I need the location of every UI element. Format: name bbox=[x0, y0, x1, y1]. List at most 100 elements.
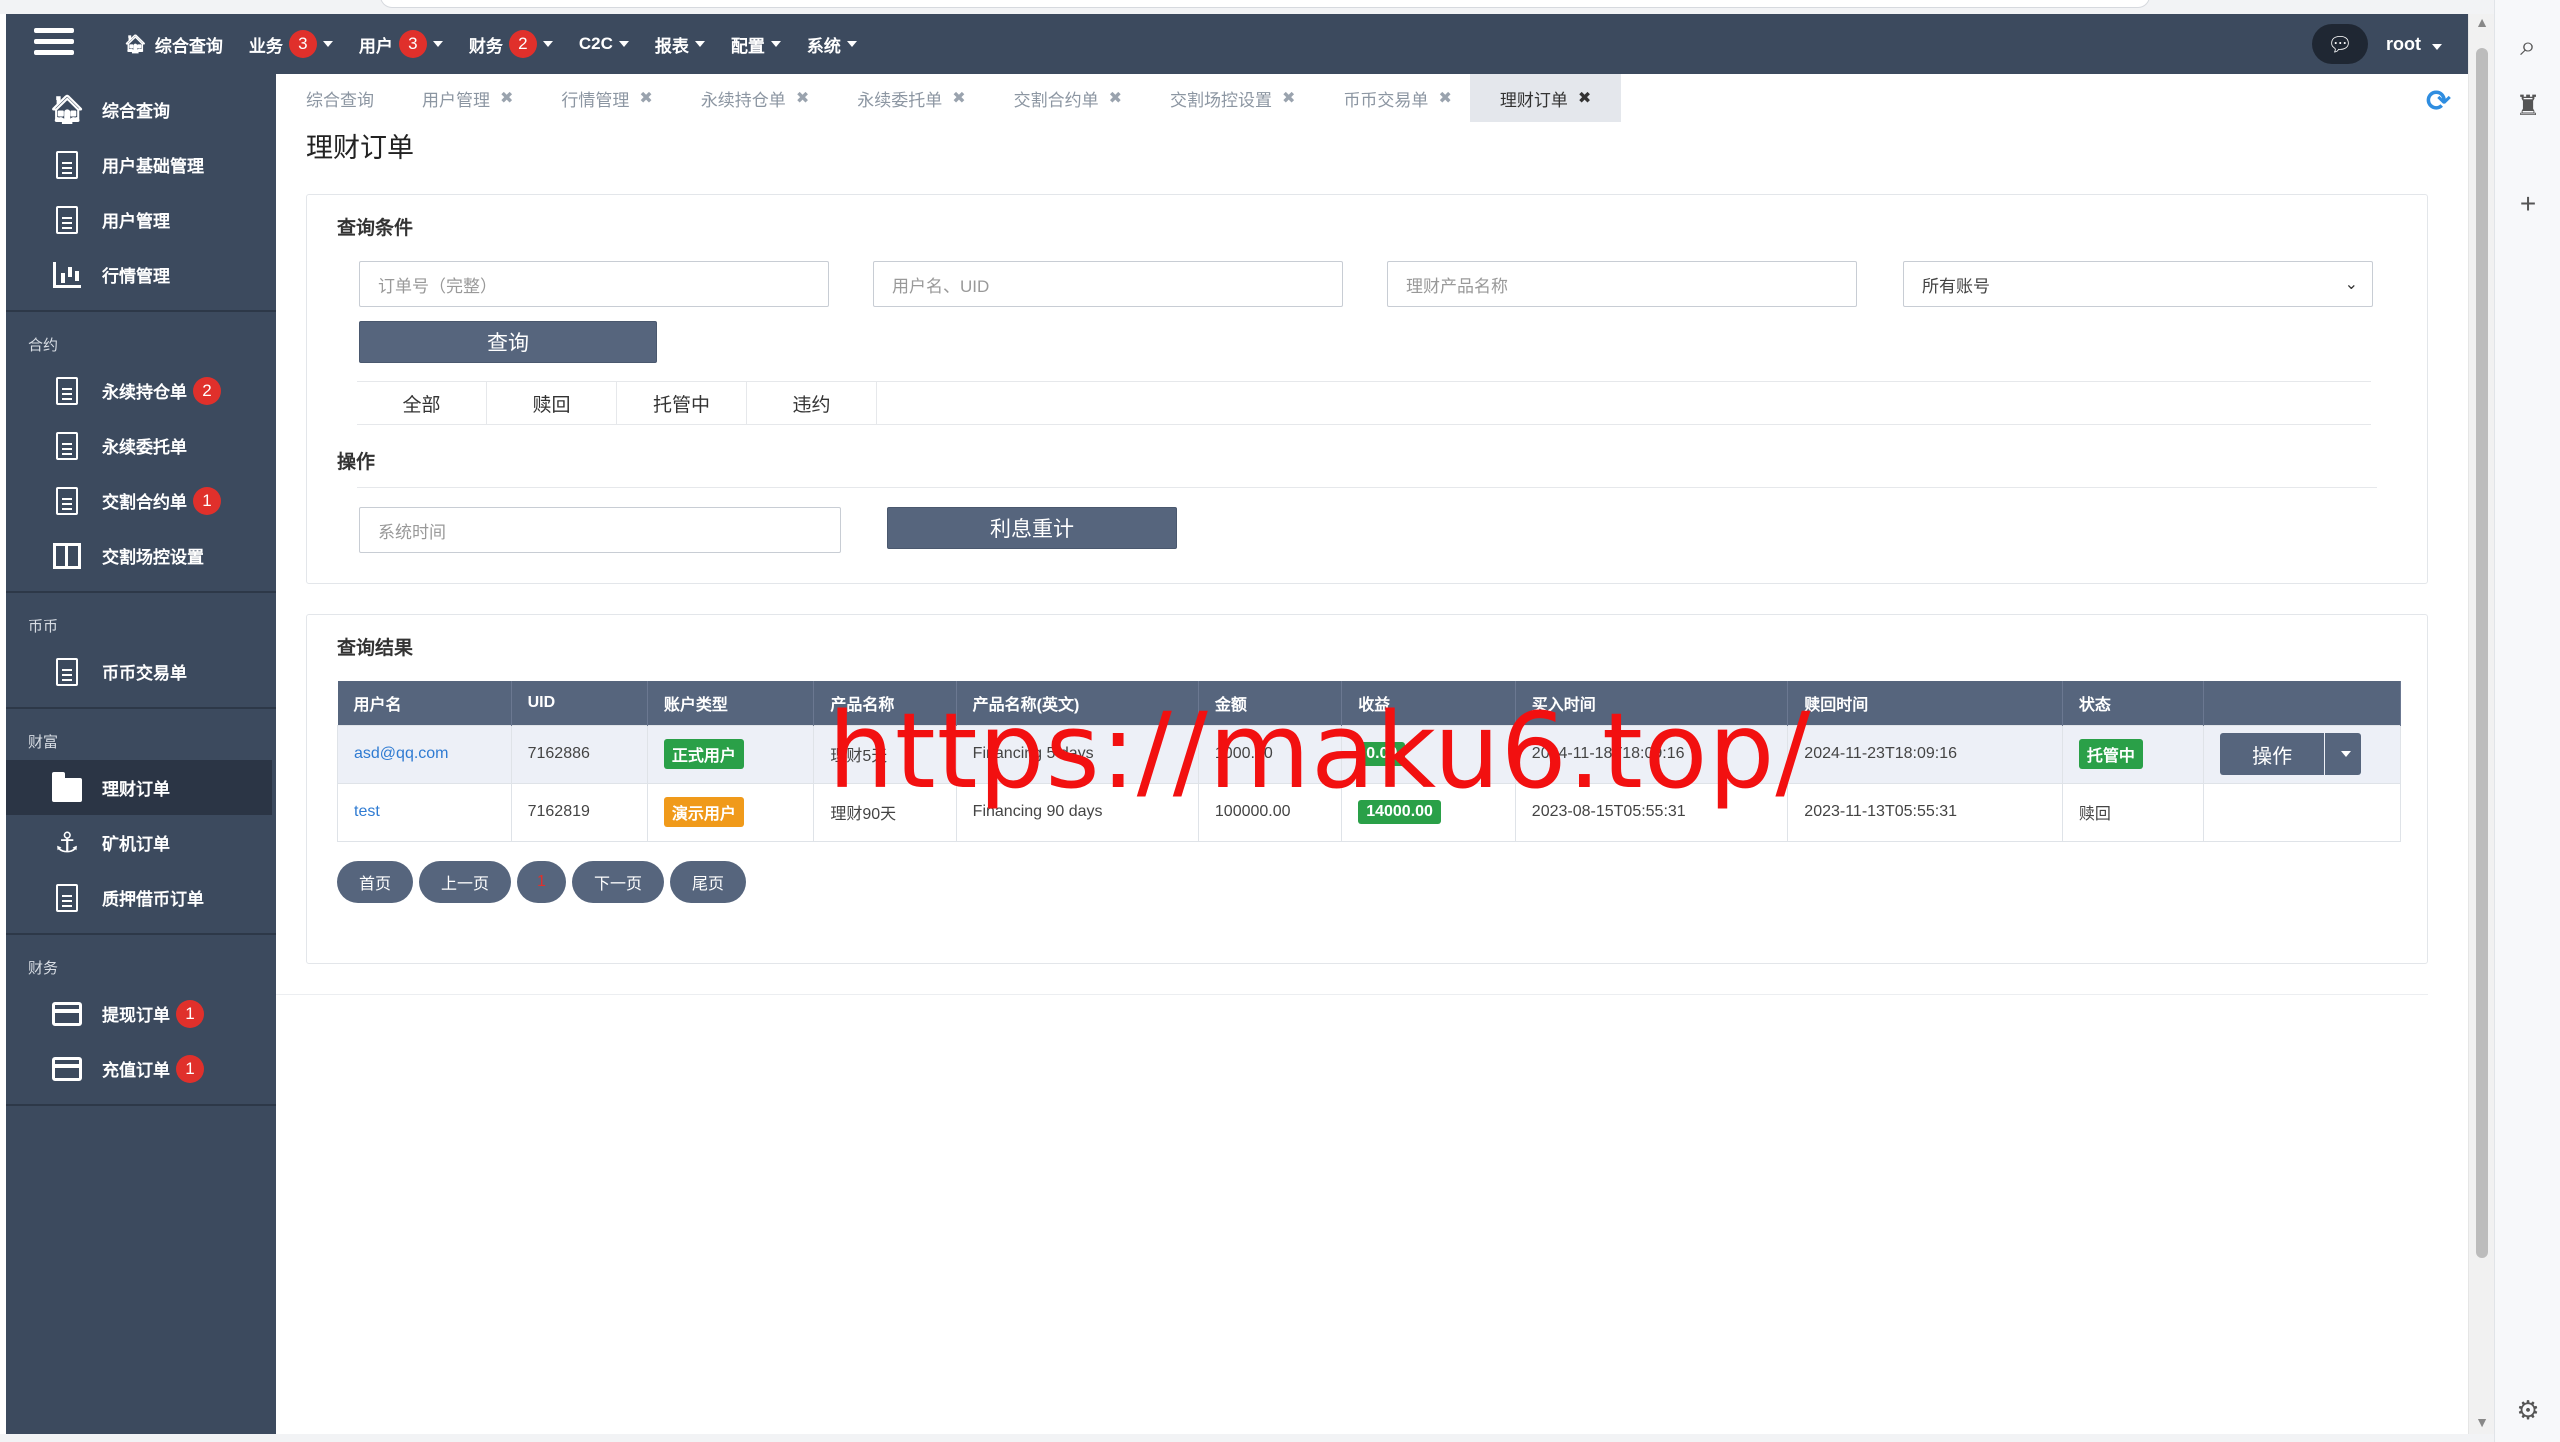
actions-dropdown-toggle[interactable] bbox=[2325, 733, 2362, 775]
tab-delivery-contracts[interactable]: 交割合约单 ✖ bbox=[984, 74, 1140, 122]
page-scrollbar[interactable]: ▲ ▼ bbox=[2468, 14, 2494, 1434]
sidebar-item-users[interactable]: 用户管理 bbox=[6, 192, 276, 247]
tab-perpetual-positions[interactable]: 永续持仓单 ✖ bbox=[671, 74, 827, 122]
tab-delivery-control[interactable]: 交割场控设置 ✖ bbox=[1140, 74, 1313, 122]
system-time-input[interactable]: 系统时间 bbox=[359, 507, 841, 553]
sidebar-item-wealth-orders[interactable]: 理财订单 bbox=[6, 760, 272, 815]
username-link[interactable]: test bbox=[354, 803, 380, 820]
filter-tab-custody[interactable]: 托管中 bbox=[617, 382, 747, 424]
user-menu[interactable]: root bbox=[2386, 34, 2443, 55]
sidebar-item-delivery-contracts[interactable]: 交割合约单 1 bbox=[6, 473, 276, 528]
nav-config[interactable]: 配置 bbox=[731, 32, 781, 57]
sidebar-item-market[interactable]: 行情管理 bbox=[6, 247, 276, 302]
pager-first-button[interactable]: 首页 bbox=[337, 861, 414, 903]
username-link[interactable]: asd@qq.com bbox=[354, 745, 449, 762]
sidebar-item-perpetual-positions[interactable]: 永续持仓单 2 bbox=[6, 363, 276, 418]
browser-address-bar[interactable] bbox=[380, 0, 2150, 8]
col-redeem-time[interactable]: 赎回时间 bbox=[1787, 681, 2063, 725]
pager-prev-button[interactable]: 上一页 bbox=[419, 861, 512, 903]
count-badge: 1 bbox=[176, 999, 204, 1028]
close-icon[interactable]: ✖ bbox=[952, 88, 965, 108]
order-number-input[interactable]: 订单号（完整） bbox=[359, 261, 829, 307]
nav-label: C2C bbox=[578, 34, 613, 53]
sidebar-group-title: 财务 bbox=[28, 960, 59, 977]
filter-tab-all[interactable]: 全部 bbox=[357, 382, 487, 424]
query-button[interactable]: 查询 bbox=[359, 321, 657, 363]
close-icon[interactable]: ✖ bbox=[639, 88, 652, 108]
username-uid-input[interactable]: 用户名、UID bbox=[873, 261, 1343, 307]
product-name-input[interactable]: 理财产品名称 bbox=[1387, 261, 1857, 307]
sidebar-item-deposit-orders[interactable]: 充值订单 1 bbox=[6, 1041, 276, 1096]
col-product-name-en[interactable]: 产品名称(英文) bbox=[956, 681, 1199, 725]
col-status[interactable]: 状态 bbox=[2062, 681, 2205, 725]
tab-market[interactable]: 行情管理 ✖ bbox=[531, 74, 670, 122]
sidebar-group-finance: 财务 提现订单 1 充值订单 1 bbox=[6, 935, 276, 1106]
col-account-type[interactable]: 账户类型 bbox=[647, 681, 815, 725]
sidebar-item-label: 用户管理 bbox=[102, 212, 170, 231]
scroll-thumb[interactable] bbox=[2476, 48, 2488, 1258]
sidebar-item-delivery-control[interactable]: 交割场控设置 bbox=[6, 528, 276, 583]
sidebar-item-spot-orders[interactable]: 币币交易单 bbox=[6, 644, 276, 699]
sidebar-item-user-basic[interactable]: 用户基础管理 bbox=[6, 137, 276, 192]
plus-icon[interactable]: + bbox=[2495, 184, 2560, 224]
col-product-name[interactable]: 产品名称 bbox=[813, 681, 957, 725]
nav-business[interactable]: 业务 3 bbox=[249, 30, 333, 58]
table-header-row: 用户名 UID 账户类型 产品名称 产品名称(英文) 金额 收益 买入时间 赎回… bbox=[337, 681, 2401, 725]
folder-icon bbox=[52, 771, 82, 803]
sidebar-item-miner-orders[interactable]: ⚓︎ 矿机订单 bbox=[6, 815, 276, 870]
sidebar-item-pledge-orders[interactable]: 质押借币订单 bbox=[6, 870, 276, 925]
tab-perpetual-orders[interactable]: 永续委托单 ✖ bbox=[827, 74, 983, 122]
close-icon[interactable]: ✖ bbox=[500, 88, 513, 108]
close-icon[interactable]: ✖ bbox=[1282, 88, 1295, 108]
tab-users[interactable]: 用户管理 ✖ bbox=[392, 74, 531, 122]
gear-icon[interactable]: ⚙ bbox=[2495, 1390, 2560, 1430]
cell-actions bbox=[2203, 782, 2401, 842]
actions-button[interactable]: 操作 bbox=[2220, 733, 2325, 775]
nav-c2c[interactable]: C2C bbox=[579, 34, 629, 54]
recalculate-interest-button[interactable]: 利息重计 bbox=[887, 507, 1177, 549]
tab-overview[interactable]: 综合查询 bbox=[276, 74, 392, 122]
sidebar-group-title: 合约 bbox=[28, 337, 59, 354]
account-select[interactable]: 所有账号 ⌄ bbox=[1903, 261, 2373, 307]
col-uid[interactable]: UID bbox=[511, 681, 648, 725]
scroll-down-arrow[interactable]: ▼ bbox=[2469, 1414, 2495, 1430]
tab-wealth-orders[interactable]: 理财订单 ✖ bbox=[1469, 74, 1622, 122]
close-icon[interactable]: ✖ bbox=[796, 88, 809, 108]
col-username[interactable]: 用户名 bbox=[337, 681, 512, 725]
tab-spot-orders[interactable]: 币币交易单 ✖ bbox=[1313, 74, 1469, 122]
hamburger-menu-icon[interactable] bbox=[34, 28, 74, 60]
cell-username: asd@qq.com bbox=[337, 724, 512, 784]
refresh-icon[interactable]: ⟳ bbox=[2426, 84, 2451, 119]
col-amount[interactable]: 金额 bbox=[1198, 681, 1343, 725]
nav-finance[interactable]: 财务 2 bbox=[469, 30, 553, 58]
pager-last-button[interactable]: 尾页 bbox=[669, 861, 746, 903]
cell-redeem-time: 2024-11-23T18:09:16 bbox=[1787, 724, 2063, 784]
sidebar-item-perpetual-orders[interactable]: 永续委托单 bbox=[6, 418, 276, 473]
sidebar-item-withdraw-orders[interactable]: 提现订单 1 bbox=[6, 986, 276, 1041]
nav-overview[interactable]: 🏠︎ 综合查询 bbox=[124, 32, 223, 57]
chat-bubble-icon[interactable]: 💬︎ bbox=[2312, 24, 2368, 64]
nav-reports[interactable]: 报表 bbox=[655, 32, 705, 57]
sidebar-item-overview[interactable]: 🏠︎ 综合查询 bbox=[6, 82, 276, 137]
close-icon[interactable]: ✖ bbox=[1578, 88, 1591, 108]
credit-card-icon bbox=[52, 1054, 82, 1084]
scroll-up-arrow[interactable]: ▲ bbox=[2469, 14, 2495, 30]
pager-current-page[interactable]: 1 bbox=[517, 861, 566, 903]
pager-next-button[interactable]: 下一页 bbox=[571, 861, 664, 903]
nav-users[interactable]: 用户 3 bbox=[359, 30, 443, 58]
col-buy-time[interactable]: 买入时间 bbox=[1515, 681, 1789, 725]
search-icon[interactable]: ⌕ bbox=[2495, 26, 2560, 66]
chess-piece-icon[interactable]: ♜ bbox=[2495, 86, 2560, 126]
cell-buy-time: 2023-08-15T05:55:31 bbox=[1514, 782, 1789, 842]
filter-tab-default[interactable]: 违约 bbox=[747, 382, 877, 424]
divider bbox=[357, 487, 2377, 488]
sidebar-item-label: 永续委托单 bbox=[102, 438, 187, 457]
close-icon[interactable]: ✖ bbox=[1438, 88, 1451, 108]
filter-tab-redeemed[interactable]: 赎回 bbox=[487, 382, 617, 424]
close-icon[interactable]: ✖ bbox=[1109, 88, 1122, 108]
nav-system[interactable]: 系统 bbox=[807, 32, 857, 57]
col-profit[interactable]: 收益 bbox=[1341, 681, 1516, 725]
caret-down-icon bbox=[846, 41, 857, 47]
status-filter-tabs: 全部 赎回 托管中 违约 bbox=[357, 381, 2371, 425]
cell-profit: 0.00 bbox=[1341, 724, 1516, 784]
